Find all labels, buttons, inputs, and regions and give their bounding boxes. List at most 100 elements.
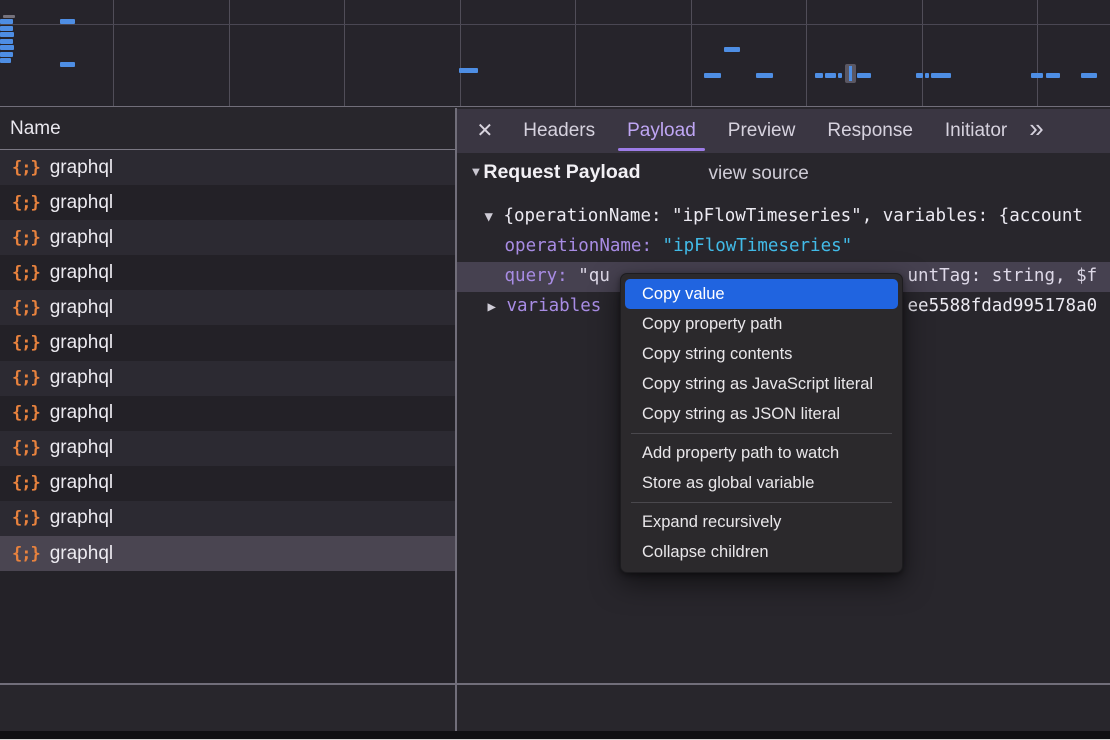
list-item-selected[interactable]: {;} graphql: [0, 536, 455, 571]
request-name: graphql: [50, 367, 113, 389]
waterfall-bar: [704, 73, 721, 78]
menu-item-collapse-children[interactable]: Collapse children: [625, 537, 898, 567]
waterfall-bar: [0, 32, 14, 37]
name-column-header[interactable]: Name: [0, 109, 455, 151]
list-item[interactable]: {;}graphql: [0, 255, 455, 290]
request-name: graphql: [50, 192, 113, 214]
list-item[interactable]: {;} graphql: [0, 501, 455, 536]
tab-headers[interactable]: Headers: [510, 109, 608, 154]
overview-gridline: [344, 0, 345, 106]
section-title: ▼Request Payload: [470, 161, 641, 184]
list-item[interactable]: {;} graphql: [0, 290, 455, 325]
property-key: operationName:: [505, 236, 663, 256]
collapsed-triangle-icon[interactable]: ▶: [488, 299, 496, 315]
request-name: graphql: [50, 227, 113, 249]
menu-item-add-property-path-to-watch[interactable]: Add property path to watch: [625, 438, 898, 468]
waterfall-bar: [815, 73, 823, 78]
name-column-label: Name: [10, 118, 61, 140]
json-request-icon: {;}: [12, 193, 40, 213]
property-value: "qu: [578, 266, 610, 286]
tab-response[interactable]: Response: [814, 109, 926, 154]
property-value: "ipFlowTimeseries": [663, 236, 853, 256]
list-item[interactable]: {;} graphql: [0, 150, 455, 185]
waterfall-bar: [916, 73, 923, 78]
list-item[interactable]: {;} graphql: [0, 466, 455, 501]
overview-selection-marker: [845, 64, 856, 83]
expand-triangle-icon[interactable]: ▼: [470, 164, 483, 179]
menu-divider: [631, 502, 892, 503]
context-menu: Copy value Copy property path Copy strin…: [620, 273, 903, 573]
request-name: graphql: [50, 472, 113, 494]
menu-item-copy-string-js-literal[interactable]: Copy string as JavaScript literal: [625, 369, 898, 399]
json-request-icon: {;}: [12, 544, 40, 564]
payload-operationname-row[interactable]: operationName: "ipFlowTimeseries": [457, 232, 1110, 262]
request-name: graphql: [50, 157, 113, 179]
view-source-link[interactable]: view source: [709, 163, 809, 185]
json-request-icon: {;}: [12, 368, 40, 388]
waterfall-bar: [857, 73, 871, 78]
json-request-icon: {;}: [12, 438, 40, 458]
request-name: graphql: [50, 543, 113, 565]
devtools-window: Name {;} graphql {;} graphql {;} graphql {;…: [0, 0, 1110, 740]
menu-item-copy-string-json-literal[interactable]: Copy string as JSON literal: [625, 399, 898, 429]
menu-item-expand-recursively[interactable]: Expand recursively: [625, 507, 898, 537]
list-item[interactable]: {;} graphql: [0, 431, 455, 466]
panel-divider[interactable]: [455, 108, 457, 731]
list-item[interactable]: {;} graphql: [0, 185, 455, 220]
waterfall-bar: [3, 15, 15, 18]
waterfall-bar: [838, 73, 842, 78]
list-item[interactable]: {;} graphql: [0, 220, 455, 255]
detail-tabbar: ✕ Headers Payload Preview Response Initi…: [457, 109, 1110, 154]
expand-triangle-icon[interactable]: ▼: [485, 209, 493, 225]
request-list: {;} graphql {;} graphql {;} graphql {;} grap…: [0, 150, 455, 683]
overview-gridline: [460, 0, 461, 106]
json-request-icon: {;}: [12, 403, 40, 423]
waterfall-bar: [60, 62, 75, 67]
request-name: graphql: [50, 402, 113, 424]
json-request-icon: {;}: [12, 333, 40, 353]
waterfall-bar: [0, 39, 13, 44]
request-name: graphql: [50, 297, 113, 319]
tab-preview[interactable]: Preview: [715, 109, 809, 154]
menu-item-copy-value[interactable]: Copy value: [625, 279, 898, 309]
waterfall-bar: [0, 45, 14, 50]
overview-row-line: [0, 24, 1110, 25]
request-name: graphql: [50, 437, 113, 459]
json-request-icon: {;}: [12, 473, 40, 493]
close-icon[interactable]: ✕: [457, 118, 508, 143]
waterfall-bar: [1046, 73, 1060, 78]
json-request-icon: {;}: [12, 508, 40, 528]
list-item[interactable]: {;} graphql: [0, 396, 455, 431]
waterfall-bar: [459, 68, 478, 73]
waterfall-bar: [60, 19, 75, 24]
payload-root-row[interactable]: ▼ {operationName: "ipFlowTimeseries", va…: [457, 202, 1110, 232]
overview-gridline: [575, 0, 576, 106]
waterfall-bar: [1081, 73, 1097, 78]
list-item[interactable]: {;} graphql: [0, 325, 455, 360]
request-name: graphql: [50, 507, 113, 529]
property-key: variables: [506, 296, 601, 316]
network-overview[interactable]: [0, 0, 1110, 107]
waterfall-bar: [1031, 73, 1043, 78]
more-tabs-chevron-icon[interactable]: »: [1023, 113, 1051, 148]
waterfall-bar: [756, 73, 773, 78]
json-request-icon: {;}: [12, 228, 40, 248]
tab-initiator[interactable]: Initiator: [932, 109, 1020, 154]
window-bottom-edge: [0, 731, 1110, 739]
overview-gridline: [806, 0, 807, 106]
menu-item-copy-property-path[interactable]: Copy property path: [625, 309, 898, 339]
list-item[interactable]: {;} graphql: [0, 361, 455, 396]
variables-value-fragment: ee5588fdad995178a0: [908, 296, 1098, 316]
overview-gridline: [922, 0, 923, 106]
overview-gridline: [691, 0, 692, 106]
request-name: graphql: [50, 332, 113, 354]
overview-gridline: [229, 0, 230, 106]
menu-item-copy-string-contents[interactable]: Copy string contents: [625, 339, 898, 369]
waterfall-bar: [825, 73, 836, 78]
json-request-icon: {;}: [12, 158, 40, 178]
json-request-icon: {;}: [12, 298, 40, 318]
menu-item-store-as-global-variable[interactable]: Store as global variable: [625, 468, 898, 498]
request-payload-section-header[interactable]: ▼Request Payload view source: [457, 161, 1110, 191]
menu-divider: [631, 433, 892, 434]
tab-payload[interactable]: Payload: [614, 109, 709, 154]
